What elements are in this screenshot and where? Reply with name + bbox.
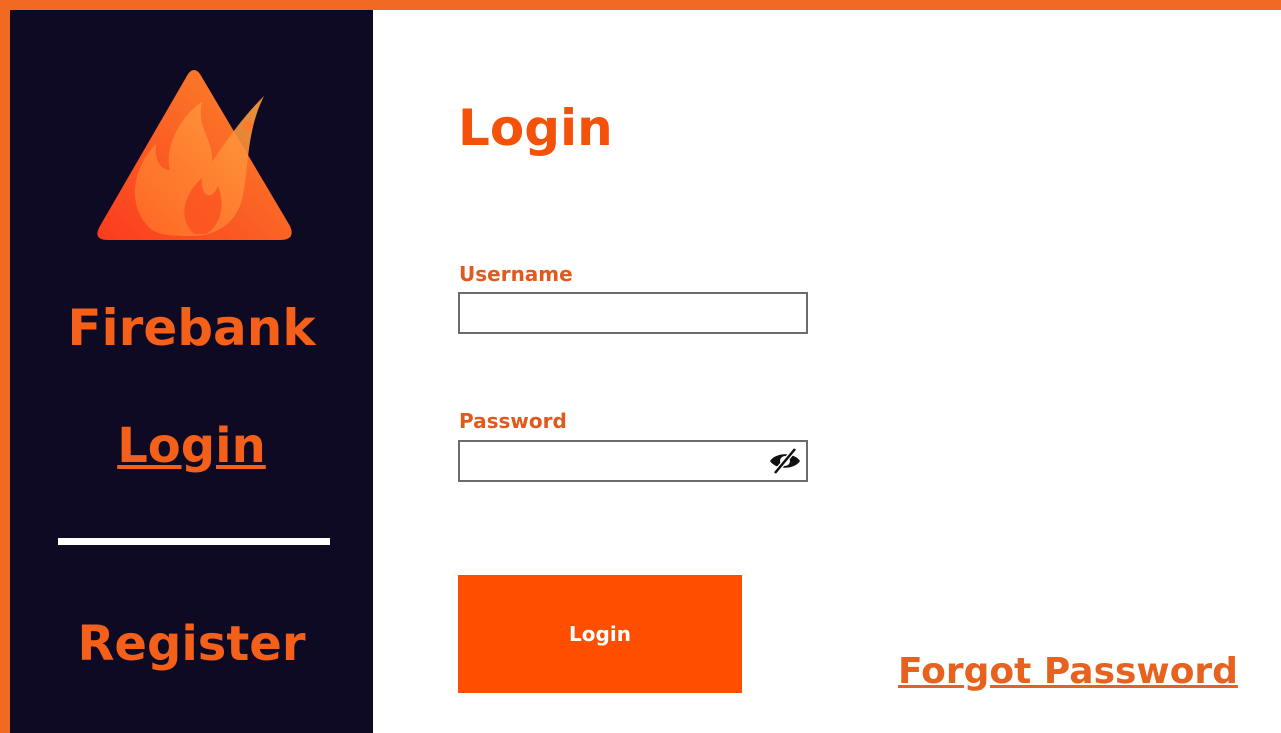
sidebar-login-link[interactable]: Login [10, 418, 373, 474]
password-label: Password [459, 409, 567, 433]
sidebar: Firebank Login Register [10, 10, 373, 733]
forgot-password-link[interactable]: Forgot Password [898, 650, 1238, 694]
app-window: Firebank Login Register Login Username P… [10, 10, 1281, 733]
password-field-box [458, 440, 808, 482]
password-input[interactable] [460, 442, 806, 480]
flame-triangle-logo-icon [97, 70, 292, 240]
sidebar-register-link[interactable]: Register [10, 616, 373, 672]
login-button[interactable]: Login [458, 575, 742, 693]
brand-name: Firebank [67, 299, 316, 357]
username-input[interactable] [460, 294, 806, 332]
sidebar-divider [58, 538, 330, 545]
eye-slash-icon[interactable] [768, 446, 802, 476]
username-label: Username [459, 262, 573, 286]
username-field-box [458, 292, 808, 334]
page-title: Login [458, 99, 613, 157]
